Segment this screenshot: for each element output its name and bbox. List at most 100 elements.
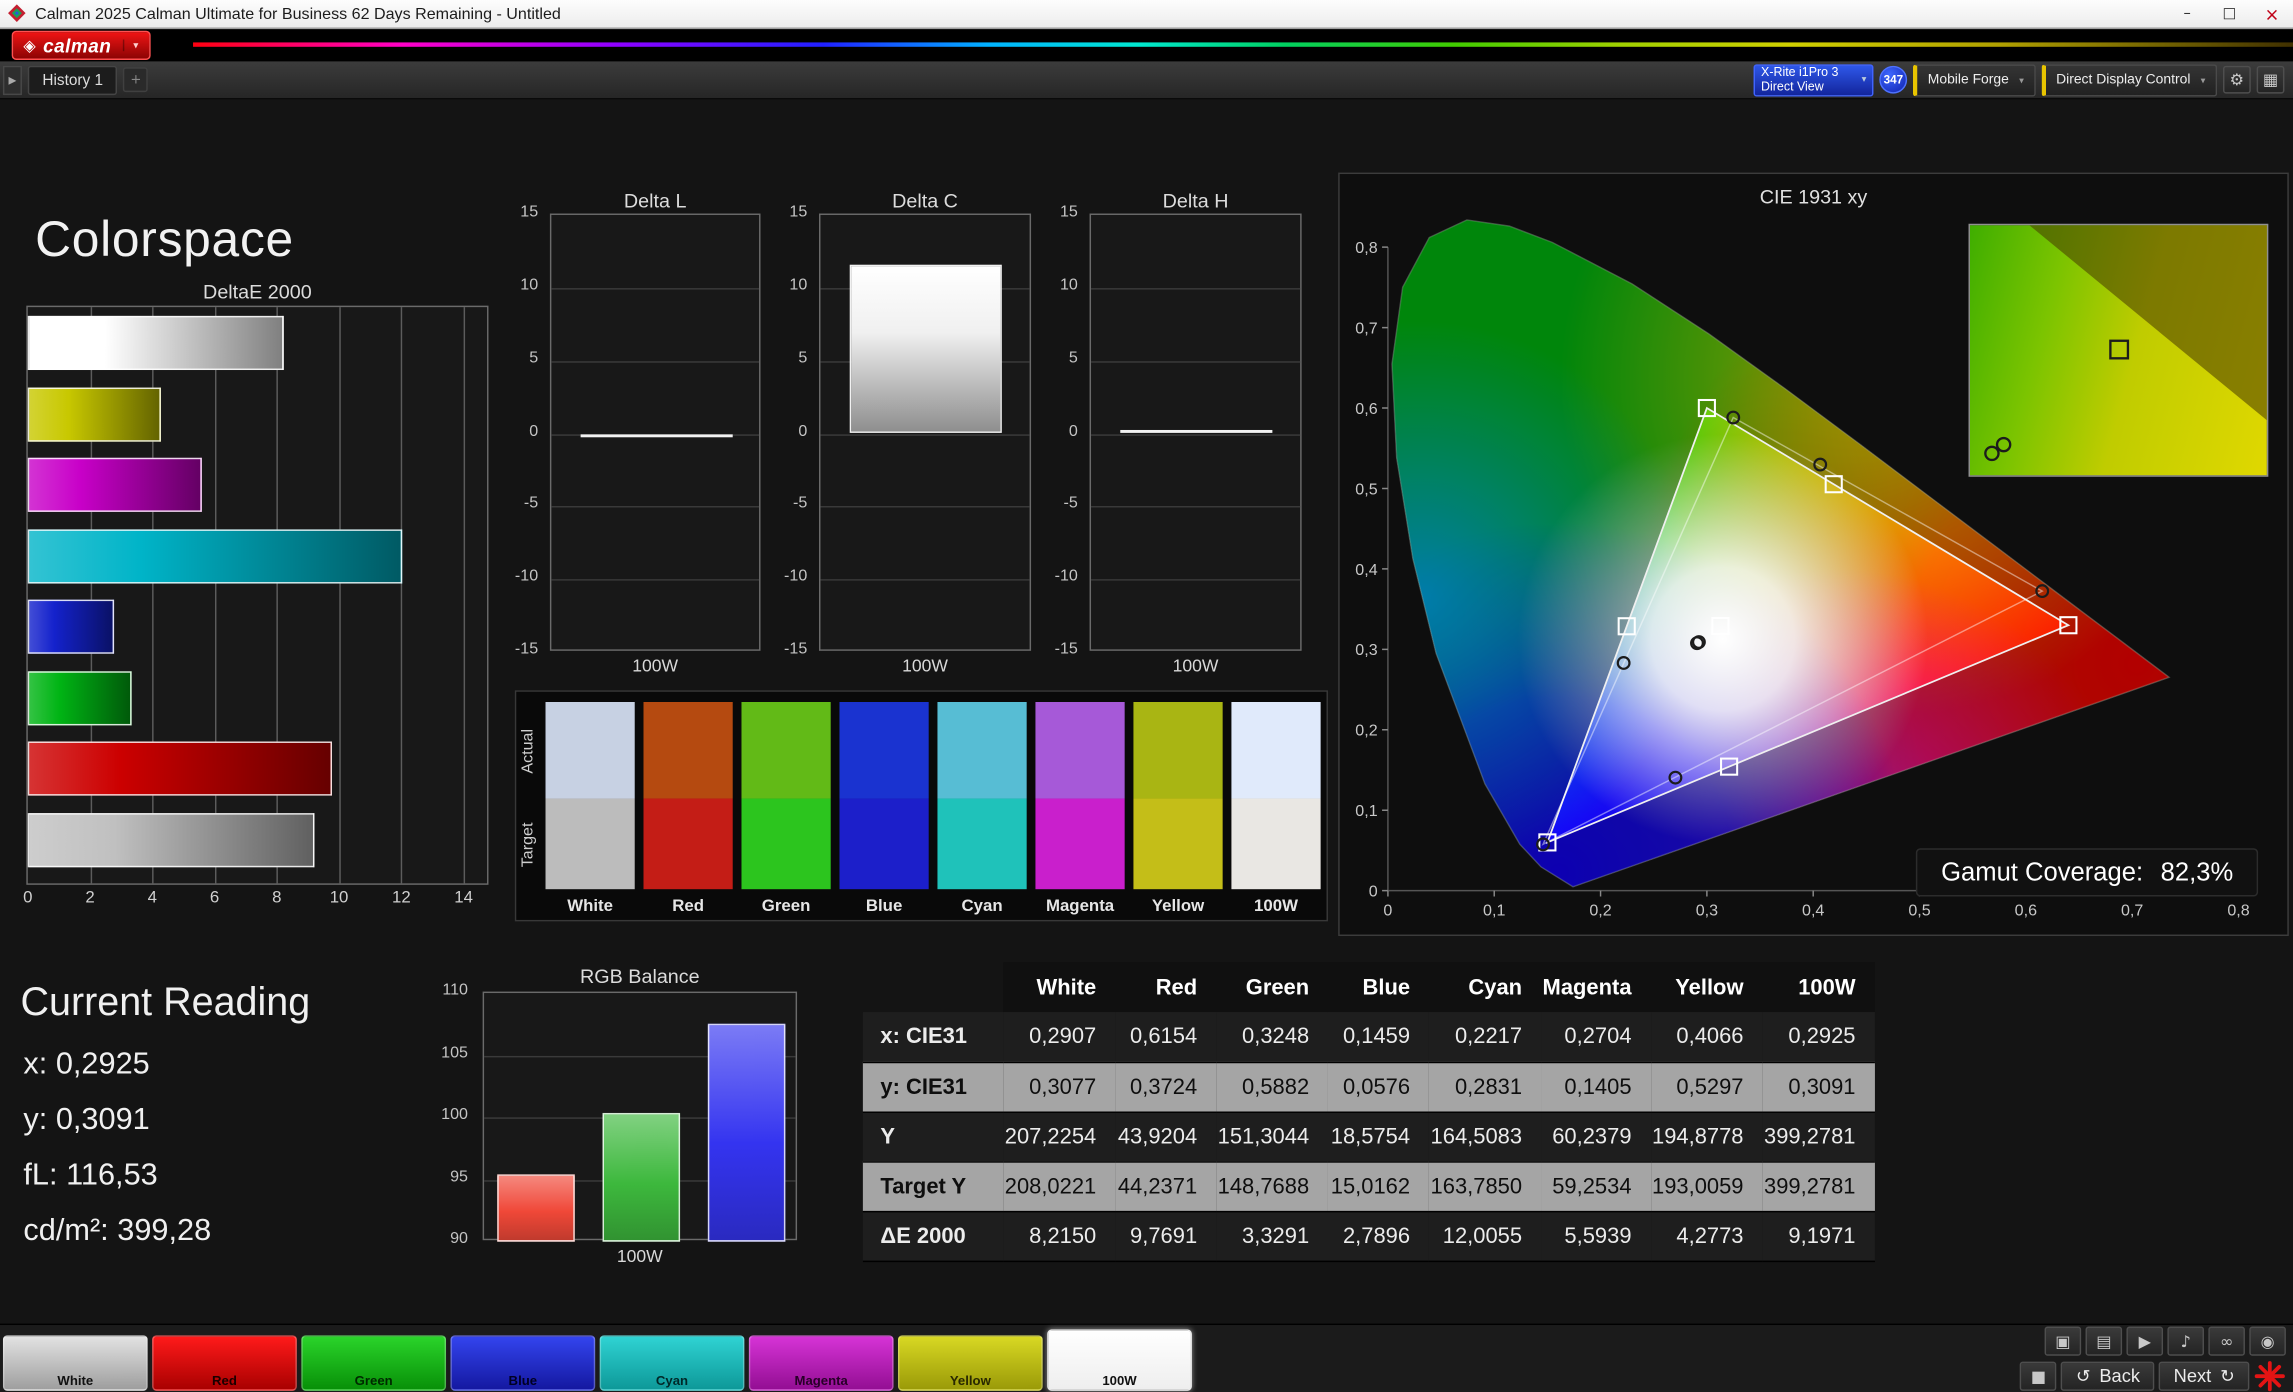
- patch-button-red[interactable]: Red: [152, 1335, 297, 1391]
- table-cell: 0,2704: [1541, 1012, 1650, 1062]
- table-cell: 59,2534: [1541, 1161, 1650, 1211]
- back-button[interactable]: ↺ Back: [2061, 1362, 2154, 1391]
- swatch-label: Green: [741, 889, 830, 915]
- target-read-button[interactable]: ◉: [2249, 1326, 2286, 1355]
- panel-expand-button[interactable]: ▶: [3, 65, 22, 94]
- table-cell: 0,5297: [1651, 1062, 1763, 1112]
- swatch-label: Red: [644, 889, 733, 915]
- patch-label: White: [4, 1373, 146, 1388]
- history-tab-label: History 1: [42, 71, 103, 89]
- deltae-bar-blue: [28, 600, 115, 654]
- table-col-header: Red: [1115, 962, 1216, 1012]
- deltae-bar-100w: [28, 812, 314, 866]
- gridline: [820, 434, 1029, 435]
- tab-history-1[interactable]: History 1: [28, 65, 118, 94]
- actual-swatch-100w: [1231, 702, 1320, 799]
- reading-cdm2: cd/m²: 399,28: [23, 1214, 211, 1249]
- y-tick-label: 100: [430, 1106, 468, 1124]
- table-cell: 0,4066: [1651, 1012, 1763, 1062]
- notify-button[interactable]: ♪: [2167, 1326, 2204, 1355]
- swatch-column-yellow: Yellow: [1133, 702, 1222, 916]
- bottom-bar: White RedGreen Blue CyanMagenta Yellow 100W ▣…: [0, 1324, 2293, 1392]
- table-cell: 0,5882: [1216, 1062, 1328, 1112]
- swatch-column-red: Red: [644, 702, 733, 916]
- inset-measured-marker: [1997, 438, 2010, 451]
- calman-menu-button[interactable]: ◈ calman ▾: [12, 31, 150, 60]
- logo-bar: ◈ calman ▾: [0, 29, 2293, 61]
- page-title: Colorspace: [35, 212, 294, 269]
- maximize-button[interactable]: □: [2208, 0, 2250, 28]
- meter-select-button[interactable]: X-Rite i1Pro 3 Direct View ▾: [1754, 64, 1874, 96]
- gridline: [1091, 507, 1300, 508]
- patch-button-magenta[interactable]: Magenta: [749, 1335, 894, 1391]
- display-control-button[interactable]: Direct Display Control ▾: [2041, 64, 2217, 96]
- patch-button-100w[interactable]: 100W: [1047, 1329, 1192, 1390]
- continuous-read-button[interactable]: ∞: [2208, 1326, 2245, 1355]
- svg-text:0,5: 0,5: [1908, 902, 1930, 920]
- patch-button-green[interactable]: Green: [301, 1335, 446, 1391]
- y-tick-label: -10: [500, 568, 538, 586]
- add-history-button[interactable]: +: [123, 67, 148, 92]
- actual-row-label: Actual: [519, 703, 542, 800]
- patch-label: Blue: [452, 1373, 594, 1388]
- deltae2000-x-axis: 02468101214: [28, 889, 490, 909]
- target-swatch-100w: [1231, 799, 1320, 890]
- close-button[interactable]: ×: [2251, 0, 2293, 28]
- actual-swatch-red: [644, 702, 733, 799]
- table-cell: 0,3248: [1216, 1012, 1328, 1062]
- svg-text:0,8: 0,8: [1355, 239, 1377, 257]
- delta-l-title: Delta L: [550, 190, 761, 212]
- gridline: [1091, 434, 1300, 435]
- source-select-button[interactable]: Mobile Forge ▾: [1913, 64, 2035, 96]
- layout-button[interactable]: ▦: [2257, 66, 2285, 94]
- report-button[interactable]: ▤: [2086, 1326, 2123, 1355]
- swatch-column-green: Green: [741, 702, 830, 916]
- swatch-column-blue: Blue: [839, 702, 928, 916]
- deltae-bar-magenta: [28, 458, 202, 512]
- table-cell: 0,2831: [1429, 1062, 1541, 1112]
- measurements-table: WhiteRedGreenBlueCyanMagentaYellow100Wx:…: [863, 962, 1875, 1261]
- patch-button-cyan[interactable]: Cyan: [600, 1335, 745, 1391]
- svg-text:0,2: 0,2: [1589, 902, 1611, 920]
- table-row: x: CIE310,29070,61540,32480,14590,22170,…: [863, 1012, 1875, 1062]
- actual-swatch-yellow: [1133, 702, 1222, 799]
- delta-c-y-axis: 151050-5-10-15: [769, 214, 813, 651]
- patch-label: Yellow: [899, 1373, 1041, 1388]
- patch-button-white[interactable]: White: [3, 1335, 148, 1391]
- settings-button[interactable]: ⚙: [2223, 66, 2251, 94]
- gridline: [820, 579, 1029, 580]
- target-swatch-blue: [839, 799, 928, 890]
- patch-label: 100W: [1049, 1373, 1191, 1388]
- rgb-bar-red: [498, 1175, 576, 1242]
- patch-button-yellow[interactable]: Yellow: [898, 1335, 1043, 1391]
- swatch-label: 100W: [1231, 889, 1320, 915]
- snapshot-button[interactable]: ▣: [2045, 1326, 2082, 1355]
- rgb-balance-y-axis: 1101051009590: [430, 992, 477, 1241]
- stop-button[interactable]: ■: [2020, 1362, 2057, 1391]
- svg-text:0,3: 0,3: [1696, 902, 1718, 920]
- chevron-down-icon: ▾: [2201, 74, 2206, 86]
- delta-bar: [850, 265, 1002, 434]
- play-button[interactable]: ▶: [2126, 1326, 2163, 1355]
- y-tick-label: -5: [500, 495, 538, 513]
- deltae-bar-red: [28, 741, 332, 795]
- meter-count-badge[interactable]: 347: [1880, 66, 1908, 94]
- swatch-label: Yellow: [1133, 889, 1222, 915]
- y-tick-label: -5: [1040, 495, 1078, 513]
- table-cell: 194,8778: [1651, 1112, 1763, 1162]
- y-tick-label: -15: [769, 641, 807, 659]
- deltae-bar-green: [28, 671, 132, 725]
- x-tick-label: 10: [319, 889, 360, 907]
- gamut-coverage-readout: Gamut Coverage: 82,3%: [1916, 848, 2258, 896]
- table-col-header: Blue: [1328, 962, 1429, 1012]
- next-button[interactable]: Next ↻: [2159, 1362, 2249, 1391]
- table-cell: 148,7688: [1216, 1161, 1328, 1211]
- y-tick-label: -5: [769, 495, 807, 513]
- patch-button-blue[interactable]: Blue: [450, 1335, 595, 1391]
- chevron-down-icon: ▾: [2019, 74, 2024, 86]
- y-tick-label: 95: [430, 1168, 468, 1186]
- svg-text:0,8: 0,8: [2227, 902, 2249, 920]
- minimize-button[interactable]: –: [2166, 0, 2208, 28]
- table-cell: 0,2217: [1429, 1012, 1541, 1062]
- y-tick-label: 5: [1040, 349, 1078, 367]
